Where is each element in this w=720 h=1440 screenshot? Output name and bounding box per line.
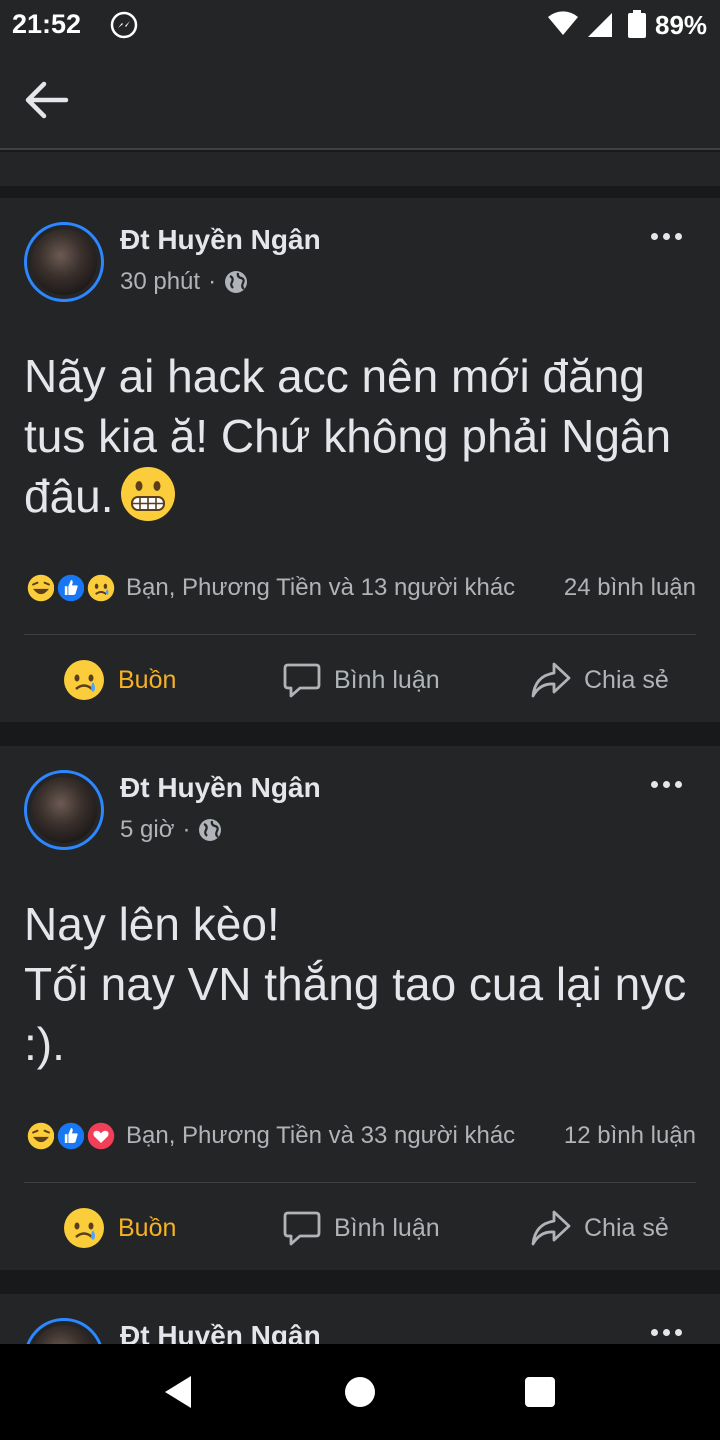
reactions-text: Bạn, Phương Tiền và 33 người khác bbox=[126, 1122, 516, 1149]
comment-button[interactable]: Bình luận bbox=[282, 660, 440, 700]
more-options-icon[interactable] bbox=[646, 772, 686, 796]
sad-reaction-icon bbox=[84, 571, 118, 605]
love-reaction-icon bbox=[84, 1119, 118, 1153]
nav-home-icon[interactable] bbox=[345, 1377, 375, 1407]
comment-count[interactable]: 12 bình luận bbox=[564, 1122, 696, 1150]
like-reaction-icon bbox=[54, 571, 88, 605]
nav-back-icon[interactable] bbox=[163, 1374, 193, 1410]
comment-button[interactable]: Bình luận bbox=[282, 1208, 440, 1248]
messenger-icon bbox=[110, 11, 138, 39]
divider bbox=[24, 1182, 696, 1183]
signal-icon bbox=[588, 13, 612, 37]
globe-icon bbox=[225, 271, 248, 293]
post-card: Đt Huyền Ngân 30 phút · Nãy ai hack acc … bbox=[0, 198, 720, 722]
like-reaction-icon bbox=[54, 1119, 88, 1153]
haha-reaction-icon bbox=[24, 571, 58, 605]
share-button[interactable]: Chia sẻ bbox=[530, 1208, 669, 1248]
post-card: Đt Huyền Ngân 5 giờ · Nay lên kèo! Tối n… bbox=[0, 746, 720, 1270]
post-time[interactable]: 5 giờ bbox=[120, 816, 174, 844]
post-text: Nay lên kèo! Tối nay VN thắng tao cua lạ… bbox=[24, 898, 687, 1070]
meta-separator: · bbox=[182, 816, 191, 843]
battery-icon bbox=[628, 10, 646, 38]
post-author[interactable]: Đt Huyền Ngân bbox=[120, 1320, 321, 1344]
grimacing-face-icon bbox=[120, 467, 175, 521]
nav-recents-icon[interactable] bbox=[525, 1377, 555, 1407]
more-options-icon[interactable] bbox=[646, 224, 686, 248]
back-arrow-icon[interactable] bbox=[20, 78, 72, 122]
post-author[interactable]: Đt Huyền Ngân bbox=[120, 772, 321, 804]
globe-icon bbox=[199, 819, 222, 841]
post-time[interactable]: 30 phút bbox=[120, 268, 200, 296]
post-separator bbox=[0, 722, 720, 746]
sad-face-icon bbox=[64, 660, 104, 700]
status-bar: 21:52 89% bbox=[0, 0, 720, 50]
haha-reaction-icon bbox=[24, 1119, 58, 1153]
comment-label: Bình luận bbox=[334, 665, 440, 694]
avatar[interactable] bbox=[24, 1318, 104, 1344]
meta-separator: · bbox=[208, 268, 217, 295]
comment-count[interactable]: 24 bình luận bbox=[564, 574, 696, 602]
reactions-text: Bạn, Phương Tiền và 13 người khác bbox=[126, 574, 516, 601]
share-label: Chia sẻ bbox=[584, 1213, 669, 1242]
avatar[interactable] bbox=[24, 770, 104, 850]
post-card: Đt Huyền Ngân bbox=[0, 1294, 720, 1344]
comment-label: Bình luận bbox=[334, 1213, 440, 1242]
wifi-icon bbox=[548, 11, 578, 35]
react-label: Buồn bbox=[118, 1213, 177, 1242]
section-spacer bbox=[0, 152, 720, 186]
share-icon bbox=[531, 1210, 571, 1246]
system-nav-bar bbox=[0, 1344, 720, 1440]
share-icon bbox=[531, 662, 571, 698]
more-options-icon[interactable] bbox=[646, 1320, 686, 1344]
share-label: Chia sẻ bbox=[584, 665, 669, 694]
post-separator bbox=[0, 1270, 720, 1294]
post-author[interactable]: Đt Huyền Ngân bbox=[120, 224, 321, 256]
react-label: Buồn bbox=[118, 665, 177, 694]
top-bar bbox=[0, 50, 720, 150]
react-button[interactable]: Buồn bbox=[62, 658, 176, 702]
post-text: Nãy ai hack acc nên mới đăng tus kia ă! … bbox=[24, 350, 672, 522]
sad-face-icon bbox=[64, 1208, 104, 1248]
post-separator bbox=[0, 186, 720, 198]
share-button[interactable]: Chia sẻ bbox=[530, 660, 669, 700]
reactions-summary[interactable]: Bạn, Phương Tiền và 33 người khác 12 bìn… bbox=[24, 1116, 696, 1156]
avatar[interactable] bbox=[24, 222, 104, 302]
comment-icon bbox=[283, 1211, 321, 1246]
status-time: 21:52 bbox=[12, 9, 82, 39]
post-meta: 5 giờ · bbox=[120, 816, 222, 844]
battery-percentage: 89% bbox=[655, 10, 708, 40]
divider bbox=[24, 634, 696, 635]
reactions-summary[interactable]: Bạn, Phương Tiền và 13 người khác 24 bìn… bbox=[24, 568, 696, 608]
post-meta: 30 phút · bbox=[120, 268, 248, 296]
react-button[interactable]: Buồn bbox=[62, 1206, 176, 1250]
comment-icon bbox=[283, 663, 321, 698]
